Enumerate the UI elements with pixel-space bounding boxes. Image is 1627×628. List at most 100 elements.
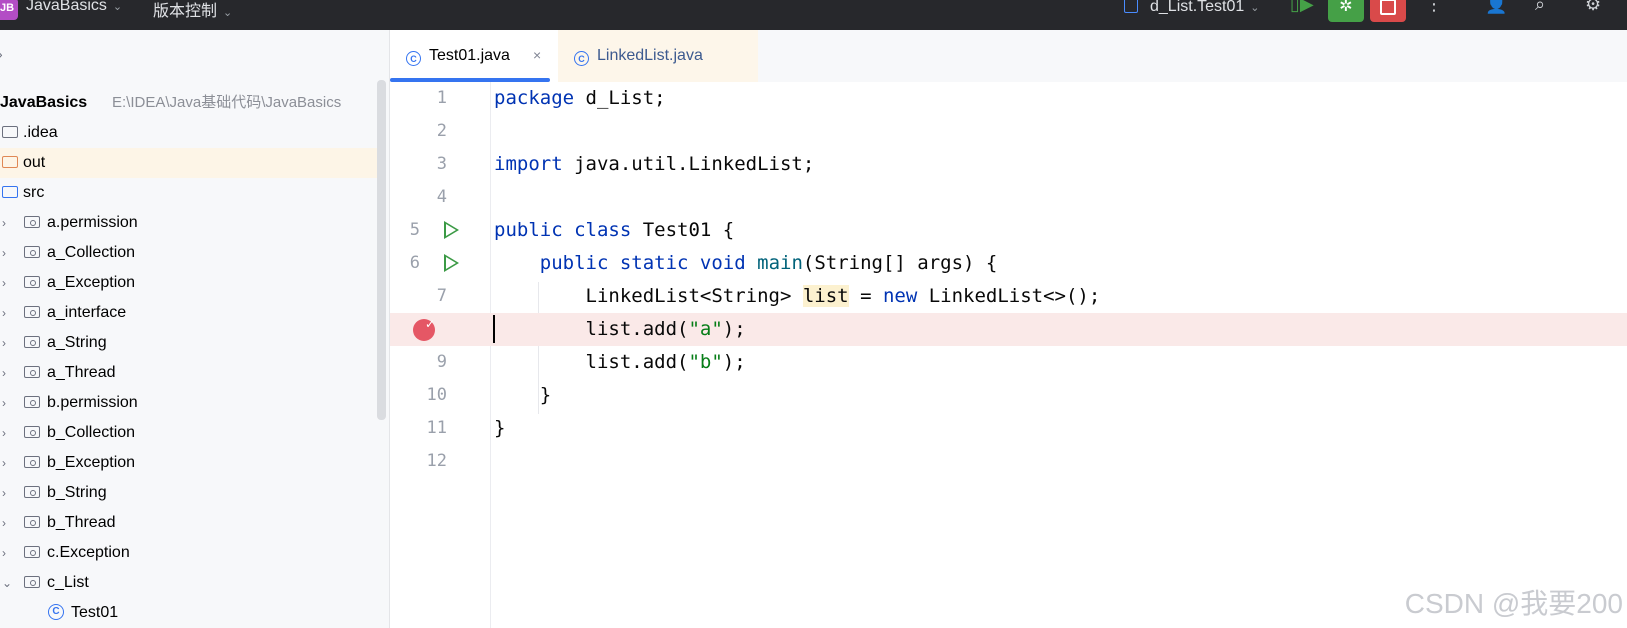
code-line-breakpoint[interactable]: 8 ✓ list.add("a"); bbox=[390, 313, 1627, 346]
tree-item-package[interactable]: › a_Exception bbox=[0, 268, 380, 298]
tree-item-label: c.Exception bbox=[47, 544, 130, 561]
tree-item-package[interactable]: › a.permission bbox=[0, 208, 380, 238]
code-line[interactable]: 4 bbox=[390, 181, 1627, 214]
code-text: = bbox=[848, 285, 883, 307]
tab-linkedlist[interactable]: C LinkedList.java bbox=[558, 30, 758, 82]
run-gutter-icon[interactable] bbox=[444, 254, 459, 272]
chevron-right-icon[interactable]: › bbox=[2, 418, 6, 448]
close-icon[interactable]: × bbox=[533, 29, 541, 81]
tree-item-package[interactable]: › a_Thread bbox=[0, 358, 380, 388]
string-literal: "a" bbox=[688, 318, 723, 340]
package-icon bbox=[24, 396, 40, 408]
project-selector[interactable]: JavaBasics ⌄ bbox=[26, 0, 122, 15]
package-icon bbox=[24, 546, 40, 558]
chevron-right-icon[interactable]: › bbox=[2, 268, 6, 298]
chevron-down-icon: ⌄ bbox=[1250, 2, 1260, 14]
tree-item-idea[interactable]: .idea bbox=[0, 118, 380, 148]
code-line[interactable]: 5 public class Test01 { bbox=[390, 214, 1627, 247]
tree-item-package[interactable]: › a_Collection bbox=[0, 238, 380, 268]
chevron-right-icon[interactable]: › bbox=[2, 508, 6, 538]
run-configuration-selector[interactable]: d_List.Test01 ⌄ bbox=[1124, 0, 1260, 16]
code-line[interactable]: 9 list.add("b"); bbox=[390, 346, 1627, 379]
tree-item-package[interactable]: › b_Collection bbox=[0, 418, 380, 448]
line-number[interactable]: 10 bbox=[397, 385, 447, 405]
line-number[interactable]: 1 bbox=[397, 88, 447, 108]
stop-button[interactable] bbox=[1370, 0, 1406, 22]
class-icon: C bbox=[406, 51, 421, 66]
chevron-right-icon[interactable]: › bbox=[2, 388, 6, 418]
tree-item-label: a.permission bbox=[47, 214, 138, 231]
line-number[interactable]: 7 bbox=[397, 286, 447, 306]
tree-item-label: b_Collection bbox=[47, 424, 136, 441]
line-number[interactable]: 2 bbox=[397, 121, 447, 141]
line-number[interactable]: 3 bbox=[397, 154, 447, 174]
method-name: main bbox=[757, 252, 803, 274]
tree-item-src[interactable]: src bbox=[0, 178, 380, 208]
root-name: JavaBasics bbox=[0, 94, 88, 111]
tree-item-label: a_String bbox=[47, 334, 107, 351]
tab-test01[interactable]: C Test01.java × bbox=[390, 30, 566, 82]
chevron-right-icon[interactable]: › bbox=[2, 298, 6, 328]
add-user-icon[interactable]: 👤 bbox=[1485, 0, 1507, 15]
tree-item-package[interactable]: › a_interface bbox=[0, 298, 380, 328]
panel-options-icon[interactable]: › bbox=[0, 46, 3, 62]
code-text: Test01 { bbox=[631, 219, 735, 241]
tree-item-package[interactable]: › b.permission bbox=[0, 388, 380, 418]
highlighted-variable: list bbox=[802, 285, 849, 307]
code-line[interactable]: 2 bbox=[390, 115, 1627, 148]
code-editor[interactable]: 1 package d_List; 2 3 import java.util.L… bbox=[390, 82, 1627, 628]
line-number[interactable]: 5 bbox=[370, 220, 420, 240]
class-icon: C bbox=[574, 51, 589, 66]
tree-item-package[interactable]: ⌄ c_List bbox=[0, 568, 380, 598]
chevron-right-icon[interactable]: › bbox=[2, 358, 6, 388]
chevron-down-icon: ⌄ bbox=[112, 1, 123, 13]
run-with-coverage-icon[interactable]: ▯▶ bbox=[1290, 0, 1314, 15]
tree-item-package[interactable]: › b_Thread bbox=[0, 508, 380, 538]
chevron-right-icon[interactable]: › bbox=[2, 538, 6, 568]
line-number[interactable]: 9 bbox=[397, 352, 447, 372]
gear-icon[interactable]: ⚙ bbox=[1585, 0, 1601, 15]
tree-item-class[interactable]: C Test01 bbox=[0, 598, 380, 628]
package-icon bbox=[24, 516, 40, 528]
tree-item-package[interactable]: › a_String bbox=[0, 328, 380, 358]
tree-item-package[interactable]: › b_String bbox=[0, 478, 380, 508]
line-number[interactable]: 12 bbox=[397, 451, 447, 471]
run-gutter-icon[interactable] bbox=[444, 221, 459, 239]
chevron-down-icon[interactable]: ⌄ bbox=[2, 568, 12, 598]
line-number[interactable]: 4 bbox=[397, 187, 447, 207]
chevron-right-icon[interactable]: › bbox=[2, 478, 6, 508]
debug-button[interactable]: ✲ bbox=[1328, 0, 1364, 22]
chevron-right-icon[interactable]: › bbox=[2, 448, 6, 478]
code-line[interactable]: 10 } bbox=[390, 379, 1627, 412]
source-folder-icon bbox=[2, 186, 18, 198]
code-line[interactable]: 6 public static void main(String[] args)… bbox=[390, 247, 1627, 280]
chevron-right-icon[interactable]: › bbox=[2, 238, 6, 268]
more-options-icon[interactable]: ⋮ bbox=[1425, 0, 1443, 15]
line-number[interactable]: 11 bbox=[397, 418, 447, 438]
breakpoint-icon[interactable]: ✓ bbox=[413, 317, 436, 341]
code-line[interactable]: 1 package d_List; bbox=[390, 82, 1627, 115]
code-line[interactable]: 7 LinkedList<String> list = new LinkedLi… bbox=[390, 280, 1627, 313]
tab-label: Test01.java bbox=[429, 47, 510, 64]
line-number[interactable]: 6 bbox=[370, 253, 420, 273]
tree-root[interactable]: JavaBasics E:\IDEA\Java基础代码\JavaBasics bbox=[0, 88, 380, 118]
tree-item-label: Test01 bbox=[71, 604, 119, 621]
tree-item-package[interactable]: › b_Exception bbox=[0, 448, 380, 478]
search-icon[interactable]: ⌕ bbox=[1535, 0, 1545, 15]
class-icon: C bbox=[48, 604, 64, 620]
tree-item-out[interactable]: out bbox=[0, 148, 380, 178]
code-text: ); bbox=[722, 318, 746, 340]
code-line[interactable]: 3 import java.util.LinkedList; bbox=[390, 148, 1627, 181]
code-line[interactable]: 12 bbox=[390, 445, 1627, 478]
tree-item-label: .idea bbox=[23, 124, 58, 141]
watermark: CSDN @我要200 bbox=[1404, 588, 1623, 619]
vcs-menu[interactable]: 版本控制 ⌄ bbox=[153, 0, 232, 21]
sidebar-scrollbar[interactable] bbox=[377, 80, 386, 420]
tree-item-label: a_interface bbox=[47, 304, 127, 321]
code-text: } bbox=[539, 384, 552, 406]
code-line[interactable]: 11 } bbox=[390, 412, 1627, 445]
check-icon: ✓ bbox=[425, 317, 436, 331]
tree-item-package[interactable]: › c.Exception bbox=[0, 538, 380, 568]
chevron-right-icon[interactable]: › bbox=[2, 208, 6, 238]
chevron-right-icon[interactable]: › bbox=[2, 328, 6, 358]
